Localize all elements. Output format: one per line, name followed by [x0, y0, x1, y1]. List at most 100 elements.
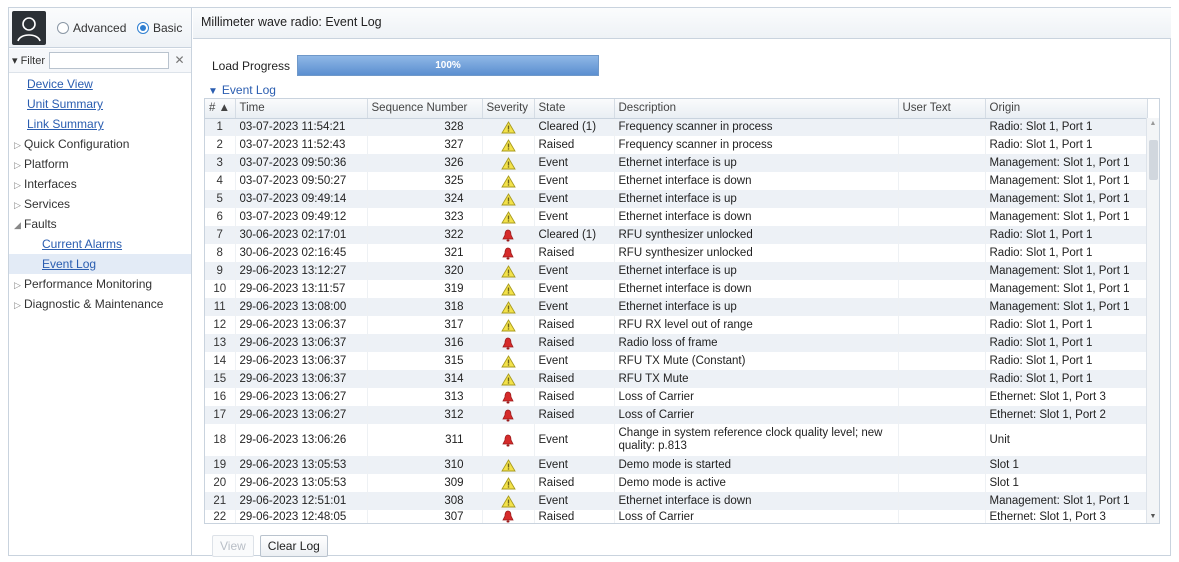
clear-filter-icon[interactable]: ✕	[171, 52, 188, 69]
cell-state: Raised	[534, 244, 615, 262]
table-row[interactable]: 17 29-06-2023 13:06:27 312 Raised Loss of Ca…	[205, 406, 1148, 424]
mode-advanced[interactable]: Advanced	[57, 21, 126, 35]
cell-sequence: 308	[367, 492, 483, 510]
mode-bar: Advanced Basic	[9, 8, 191, 48]
warning-triangle-icon	[500, 264, 516, 277]
table-row[interactable]: 3 03-07-2023 09:50:36 326 Event Ethernet int…	[205, 154, 1148, 172]
tree-item-label: Faults	[24, 217, 57, 231]
tree-item-event-log[interactable]: Event Log	[9, 254, 191, 274]
cell-user-text	[898, 334, 986, 352]
col-header-user-text[interactable]: User Text	[898, 99, 986, 119]
cell-origin: Management: Slot 1, Port 1	[985, 298, 1148, 316]
event-log-section-toggle[interactable]: ▼ Event Log	[208, 83, 276, 97]
cell-sequence: 316	[367, 334, 483, 352]
cell-time: 03-07-2023 09:50:27	[235, 172, 368, 190]
critical-alarm-icon	[501, 337, 515, 349]
cell-state: Event	[534, 352, 615, 370]
col-header-sequence[interactable]: Sequence Number	[367, 99, 483, 119]
table-row[interactable]: 14 29-06-2023 13:06:37 315 Event RFU TX Mute…	[205, 352, 1148, 370]
tree-item-current-alarms[interactable]: Current Alarms	[9, 234, 191, 254]
table-row[interactable]: 20 29-06-2023 13:05:53 309 Raised Demo mode …	[205, 474, 1148, 492]
table-row[interactable]: 22 29-06-2023 12:48:05 307 Raised Loss of Ca…	[205, 510, 1148, 523]
cell-number: 7	[205, 226, 236, 244]
radio-basic[interactable]	[137, 22, 149, 34]
tree-item-services[interactable]: ▷ Services	[9, 194, 191, 214]
user-avatar-icon[interactable]	[12, 11, 46, 45]
table-row[interactable]: 7 30-06-2023 02:17:01 322 Cleared (1) RFU sy…	[205, 226, 1148, 244]
col-header-state[interactable]: State	[534, 99, 615, 119]
cell-severity	[482, 492, 535, 510]
table-row[interactable]: 8 30-06-2023 02:16:45 321 Raised RFU synthes…	[205, 244, 1148, 262]
cell-severity	[482, 136, 535, 154]
cell-state: Cleared (1)	[534, 226, 615, 244]
view-button[interactable]: View	[212, 535, 254, 557]
table-row[interactable]: 9 29-06-2023 13:12:27 320 Event Ethernet int…	[205, 262, 1148, 280]
cell-severity	[482, 510, 535, 523]
scroll-thumb[interactable]	[1149, 140, 1158, 180]
cell-origin: Management: Slot 1, Port 1	[985, 280, 1148, 298]
tree-item-diagnostic-maintenance[interactable]: ▷ Diagnostic & Maintenance	[9, 294, 191, 314]
cell-time: 30-06-2023 02:17:01	[235, 226, 368, 244]
col-header-description[interactable]: Description	[614, 99, 899, 119]
radio-advanced[interactable]	[57, 22, 69, 34]
table-row[interactable]: 19 29-06-2023 13:05:53 310 Event Demo mode i…	[205, 456, 1148, 474]
cell-state: Event	[534, 262, 615, 280]
table-row[interactable]: 4 03-07-2023 09:50:27 325 Event Ethernet int…	[205, 172, 1148, 190]
main-panel: Millimeter wave radio: Event Log Load Pr…	[193, 8, 1171, 557]
tree-item-platform[interactable]: ▷ Platform	[9, 154, 191, 174]
cell-user-text	[898, 510, 986, 523]
table-row[interactable]: 10 29-06-2023 13:11:57 319 Event Ethernet in…	[205, 280, 1148, 298]
cell-time: 29-06-2023 13:06:37	[235, 352, 368, 370]
tree-item-performance-monitoring[interactable]: ▷ Performance Monitoring	[9, 274, 191, 294]
tree-item-device-view[interactable]: Device View	[9, 74, 191, 94]
cell-state: Raised	[534, 474, 615, 492]
warning-triangle-icon	[500, 120, 516, 134]
cell-time: 29-06-2023 13:12:27	[235, 262, 368, 280]
filter-label[interactable]: ▾ Filter	[12, 54, 45, 67]
cell-sequence: 311	[367, 424, 483, 456]
cell-severity	[482, 262, 535, 280]
cell-description: Ethernet interface is down	[614, 492, 899, 510]
table-row[interactable]: 18 29-06-2023 13:06:26 311 Event Change in s…	[205, 424, 1148, 456]
cell-state: Raised	[534, 136, 615, 154]
scroll-up-icon[interactable]: ▲	[1147, 118, 1159, 130]
col-header-number[interactable]: # ▲	[205, 99, 236, 119]
tree-item-link-summary[interactable]: Link Summary	[9, 114, 191, 134]
vertical-scrollbar[interactable]: ▲ ▼	[1146, 118, 1159, 523]
col-header-severity[interactable]: Severity	[482, 99, 535, 119]
col-header-origin[interactable]: Origin	[985, 99, 1148, 119]
cell-sequence: 307	[367, 510, 483, 523]
expanded-arrow-icon: ◢	[14, 220, 21, 230]
table-row[interactable]: 1 03-07-2023 11:54:21 328 Cleared (1) Freque…	[205, 118, 1148, 136]
filter-input[interactable]	[49, 52, 169, 69]
table-row[interactable]: 21 29-06-2023 12:51:01 308 Event Ethernet in…	[205, 492, 1148, 510]
cell-user-text	[898, 424, 986, 456]
table-row[interactable]: 13 29-06-2023 13:06:37 316 Raised Radio loss…	[205, 334, 1148, 352]
table-row[interactable]: 11 29-06-2023 13:08:00 318 Event Ethernet in…	[205, 298, 1148, 316]
cell-description: Frequency scanner in process	[614, 136, 899, 154]
table-row[interactable]: 12 29-06-2023 13:06:37 317 Raised RFU RX lev…	[205, 316, 1148, 334]
cell-time: 30-06-2023 02:16:45	[235, 244, 368, 262]
tree-item-interfaces[interactable]: ▷ Interfaces	[9, 174, 191, 194]
cell-number: 14	[205, 352, 236, 370]
cell-severity	[482, 154, 535, 172]
cell-origin: Ethernet: Slot 1, Port 3	[985, 388, 1148, 406]
cell-description: Loss of Carrier	[614, 510, 899, 523]
tree-item-quick-configuration[interactable]: ▷ Quick Configuration	[9, 134, 191, 154]
cell-state: Raised	[534, 510, 615, 523]
cell-origin: Radio: Slot 1, Port 1	[985, 136, 1148, 154]
table-row[interactable]: 16 29-06-2023 13:06:27 313 Raised Loss of Ca…	[205, 388, 1148, 406]
clear-log-button[interactable]: Clear Log	[259, 535, 328, 557]
table-row[interactable]: 15 29-06-2023 13:06:37 314 Raised RFU TX Mut…	[205, 370, 1148, 388]
tree-item-faults[interactable]: ◢ Faults	[9, 214, 191, 234]
mode-basic[interactable]: Basic	[137, 21, 182, 35]
cell-number: 20	[205, 474, 236, 492]
tree-item-unit-summary[interactable]: Unit Summary	[9, 94, 191, 114]
cell-time: 29-06-2023 13:05:53	[235, 456, 368, 474]
col-header-time[interactable]: Time	[235, 99, 368, 119]
table-row[interactable]: 6 03-07-2023 09:49:12 323 Event Ethernet int…	[205, 208, 1148, 226]
cell-severity	[482, 298, 535, 316]
scroll-down-icon[interactable]: ▼	[1147, 511, 1159, 523]
table-row[interactable]: 2 03-07-2023 11:52:43 327 Raised Frequency s…	[205, 136, 1148, 154]
table-row[interactable]: 5 03-07-2023 09:49:14 324 Event Ethernet int…	[205, 190, 1148, 208]
